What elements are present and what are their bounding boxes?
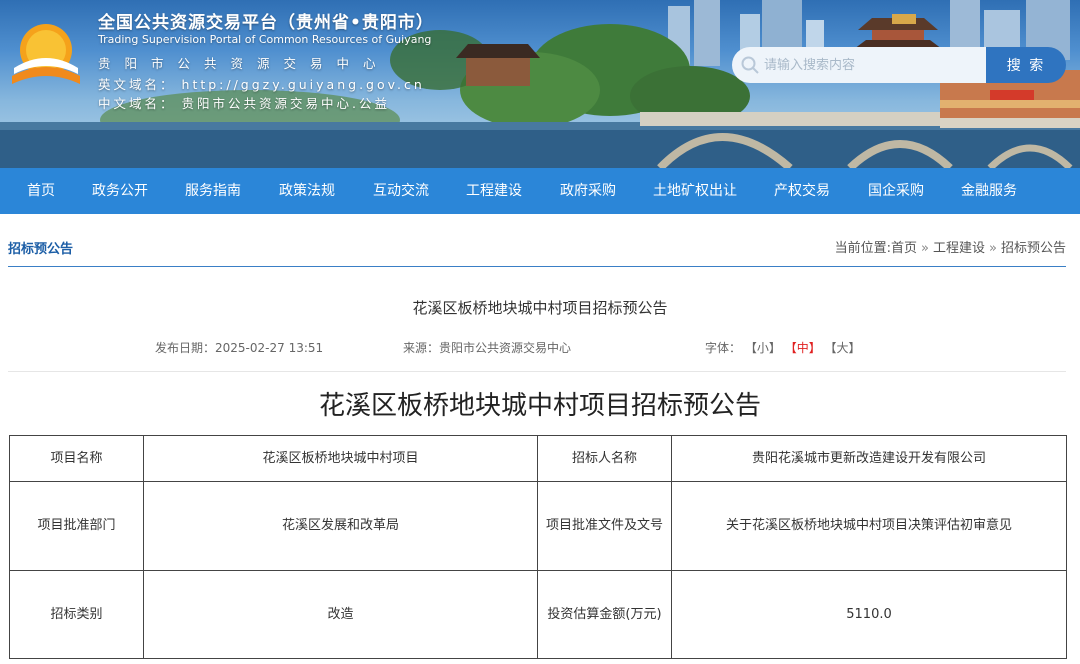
table-cell-label: 招标类别 [9, 570, 144, 659]
publish-date: 发布日期：2025-02-27 13:51 [155, 339, 323, 356]
font-size-label: 字体： [705, 341, 742, 355]
source-value: 贵阳市公共资源交易中心 [439, 341, 572, 355]
breadcrumb-separator: » [989, 241, 997, 256]
nav-item-land-mining[interactable]: 土地矿权出让 [653, 168, 737, 214]
search-button[interactable]: 搜 索 [986, 47, 1066, 83]
table-cell-value: 关于花溪区板桥地块城中村项目决策评估初审意见 [671, 481, 1067, 571]
breadcrumb-home[interactable]: 首页 [891, 241, 917, 256]
font-size-switcher: 字体： 【小】 【中】 【大】 [705, 339, 861, 356]
nav-item-soe-procurement[interactable]: 国企采购 [868, 168, 924, 214]
nav-item-gov-procurement[interactable]: 政府采购 [560, 168, 616, 214]
table-cell-label: 投资估算金额(万元) [537, 570, 672, 659]
article-source: 来源：贵阳市公共资源交易中心 [403, 339, 571, 356]
en-domain-label: 英文域名： [98, 77, 176, 92]
nav-item-property[interactable]: 产权交易 [774, 168, 830, 214]
article-title: 花溪区板桥地块城中村项目招标预公告 [412, 299, 668, 317]
table-cell-label: 项目名称 [9, 435, 144, 482]
table-row: 招标类别 改造 投资估算金额(万元) 5110.0 [9, 570, 1067, 659]
nav-item-gov-affairs[interactable]: 政务公开 [92, 168, 148, 214]
table-row: 项目名称 花溪区板桥地块城中村项目 招标人名称 贵阳花溪城市更新改造建设开发有限… [9, 435, 1067, 482]
search-bar: 搜 索 [732, 47, 1066, 83]
site-name-en: Trading Supervision Portal of Common Res… [98, 33, 432, 46]
header-banner: 全国公共资源交易平台（贵州省•贵阳市） Trading Supervision … [0, 0, 1080, 168]
publish-date-value: 2025-02-27 13:51 [215, 341, 324, 355]
font-size-large-button[interactable]: 【大】 [825, 341, 861, 355]
publish-date-label: 发布日期： [155, 341, 216, 355]
article-heading: 花溪区板桥地块城中村项目招标预公告 [318, 391, 761, 421]
nav-item-policy[interactable]: 政策法规 [279, 168, 335, 214]
search-input[interactable] [764, 47, 984, 83]
nav-item-service-guide[interactable]: 服务指南 [185, 168, 241, 214]
table-cell-value: 贵阳花溪城市更新改造建设开发有限公司 [671, 435, 1067, 482]
table-cell-value: 花溪区发展和改革局 [143, 481, 538, 571]
font-size-medium-button[interactable]: 【中】 [785, 341, 821, 355]
en-domain-row: 英文域名： http://ggzy.guiyang.gov.cn [98, 74, 425, 93]
cn-domain: 贵阳市公共资源交易中心.公益 [181, 96, 390, 111]
nav-item-finance[interactable]: 金融服务 [961, 168, 1017, 214]
cn-domain-row: 中文域名： 贵阳市公共资源交易中心.公益 [98, 93, 390, 112]
site-name: 全国公共资源交易平台（贵州省•贵阳市） [98, 13, 434, 33]
font-size-small-button[interactable]: 【小】 [745, 341, 781, 355]
main-nav: 首页 政务公开 服务指南 政策法规 互动交流 工程建设 政府采购 土地矿权出让 … [0, 168, 1080, 214]
table-cell-label: 项目批准文件及文号 [537, 481, 672, 571]
breadcrumb: 当前位置:首页 » 工程建设 » 招标预公告 [835, 237, 1066, 256]
table-cell-label: 项目批准部门 [9, 481, 144, 571]
nav-item-construction[interactable]: 工程建设 [466, 168, 522, 214]
breadcrumb-current[interactable]: 招标预公告 [1001, 241, 1066, 256]
search-box [732, 47, 990, 83]
section-title: 招标预公告 [8, 242, 74, 257]
meta-divider [8, 371, 1066, 372]
location-divider [8, 266, 1066, 267]
search-icon [741, 56, 759, 74]
center-name: 贵阳市公共资源交易中心 [98, 56, 390, 71]
source-label: 来源： [403, 341, 440, 355]
nav-item-home[interactable]: 首页 [27, 168, 55, 214]
nav-item-interaction[interactable]: 互动交流 [373, 168, 429, 214]
en-domain: http://ggzy.guiyang.gov.cn [181, 77, 425, 92]
table-cell-value: 5110.0 [671, 570, 1067, 659]
site-logo [12, 24, 80, 84]
breadcrumb-construction[interactable]: 工程建设 [933, 241, 985, 256]
table-cell-value: 花溪区板桥地块城中村项目 [143, 435, 538, 482]
table-row: 项目批准部门 花溪区发展和改革局 项目批准文件及文号 关于花溪区板桥地块城中村项… [9, 481, 1067, 571]
table-cell-label: 招标人名称 [537, 435, 672, 482]
project-info-table: 项目名称 花溪区板桥地块城中村项目 招标人名称 贵阳花溪城市更新改造建设开发有限… [9, 435, 1067, 659]
breadcrumb-prefix: 当前位置: [834, 241, 892, 256]
cn-domain-label: 中文域名： [98, 96, 176, 111]
breadcrumb-separator: » [921, 241, 929, 256]
table-cell-value: 改造 [143, 570, 538, 659]
